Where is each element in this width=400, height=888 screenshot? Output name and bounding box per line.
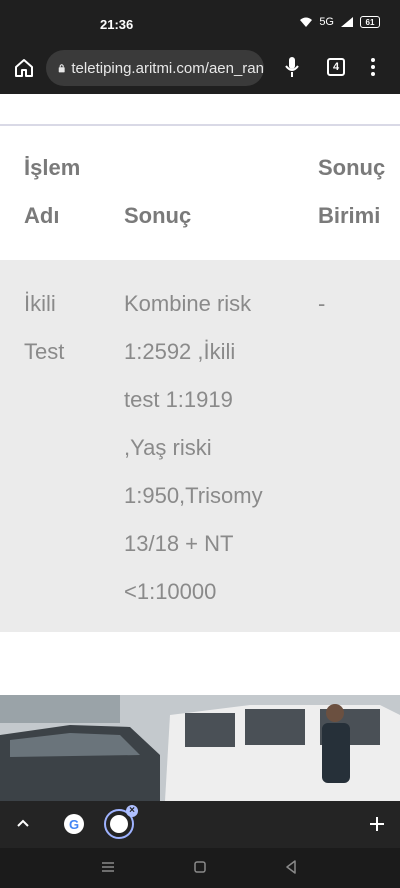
status-bar: 21:36 5G 61 <box>0 0 400 44</box>
status-time: 21:36 <box>100 17 134 32</box>
recents-icon[interactable] <box>101 861 115 873</box>
back-icon[interactable] <box>285 860 297 874</box>
google-tab-icon[interactable]: G <box>64 814 84 834</box>
cell-test-name: İkili Test <box>24 291 65 364</box>
url-text: teletiping.aritmi.com/aen_ran <box>71 59 264 77</box>
battery-indicator: 61 <box>360 16 380 28</box>
car-photo <box>0 695 400 801</box>
header-sonuc: Sonuç <box>124 203 192 228</box>
table-row: İkili Test Kombine risk 1:2592 ,İkili te… <box>0 260 400 632</box>
ad-image[interactable] <box>0 695 400 801</box>
cell-unit: - <box>318 291 326 316</box>
cell-result: Kombine risk 1:2592 ,İkili test 1:1919 ,… <box>124 291 263 604</box>
microphone-icon[interactable] <box>284 56 300 80</box>
plus-icon[interactable] <box>369 816 385 832</box>
browser-toolbar: teletiping.aritmi.com/aen_ran 4 <box>0 44 400 94</box>
wifi-icon <box>300 17 313 27</box>
header-sonuc-birimi: Sonuç Birimi <box>318 155 386 228</box>
lock-icon <box>58 64 65 73</box>
home-nav-icon[interactable] <box>194 861 206 873</box>
chevron-up-icon[interactable] <box>16 818 30 828</box>
close-icon[interactable]: × <box>126 805 138 817</box>
more-vert-icon[interactable] <box>370 57 376 77</box>
system-nav-bar <box>0 848 400 888</box>
bottom-tab-bar: G × <box>0 801 400 848</box>
status-icons: 5G 61 <box>299 16 380 28</box>
table-header: İşlem Adı Sonuç Sonuç Birimi <box>0 126 400 260</box>
network-label: 5G <box>319 16 334 28</box>
header-islem-adi: İşlem Adı <box>24 155 81 228</box>
home-icon[interactable] <box>13 57 35 79</box>
web-page: İşlem Adı Sonuç Sonuç Birimi İkili Test … <box>0 94 400 695</box>
signal-icon <box>341 17 353 27</box>
tab-switcher-button[interactable]: 4 <box>327 58 345 76</box>
address-bar[interactable]: teletiping.aritmi.com/aen_ran <box>46 50 264 86</box>
